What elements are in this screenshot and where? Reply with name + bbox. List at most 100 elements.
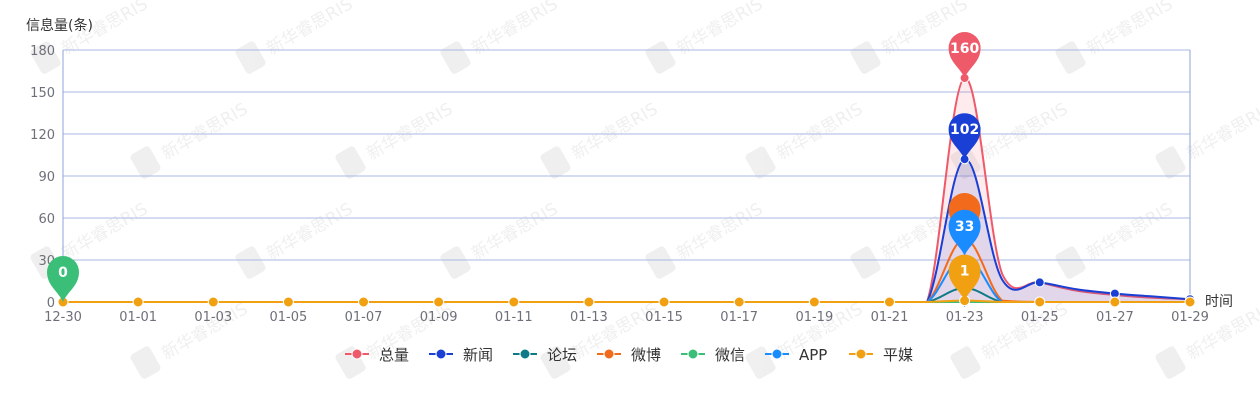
watermark-stamp: 新华睿思RIS (30, 0, 151, 74)
y-tick-label: 180 (30, 44, 55, 59)
watermark-stamp: 新华睿思RIS (745, 299, 866, 379)
watermark-logo-icon (130, 146, 161, 179)
watermark-logo-icon (1155, 146, 1186, 179)
data-point (433, 296, 445, 308)
watermark-text: 新华睿思RIS (1183, 99, 1260, 164)
y-axis-title: 信息量(条) (26, 17, 93, 34)
y-tick-label: 150 (30, 86, 55, 101)
watermark-stamp: 新华睿思RIS (540, 299, 661, 379)
watermark-logo-icon (850, 41, 881, 74)
watermark-text: 新华睿思RIS (158, 99, 251, 164)
data-point (1034, 296, 1046, 308)
watermark-logo-icon (645, 41, 676, 74)
pin-label: 160 (950, 41, 979, 57)
legend-dot (435, 348, 447, 360)
data-point (658, 296, 670, 308)
watermark-stamp: 新华睿思RIS (1055, 0, 1176, 74)
watermark-stamp: 新华睿思RIS (235, 0, 356, 74)
pin-label: 102 (950, 122, 979, 138)
x-tick-label: 01-15 (645, 310, 683, 325)
trend-line-chart: 新华睿思RIS 新华睿思RIS 新华睿思RIS 新华睿思RIS 新华睿思RIS 新华睿思R… (26, 0, 1260, 379)
y-tick-label: 90 (38, 170, 55, 185)
legend-item-微博[interactable]: 微博 (597, 346, 661, 364)
watermark-stamp: 新华睿思RIS (950, 299, 1071, 379)
watermark-logo-icon (1155, 346, 1186, 379)
data-point (583, 296, 595, 308)
y-tick-label: 0 (47, 296, 55, 311)
legend-dot (771, 348, 783, 360)
data-point (358, 296, 370, 308)
watermark-text: 新华睿思RIS (363, 99, 456, 164)
watermark-text: 新华睿思RIS (58, 199, 151, 264)
watermark-logo-icon (235, 41, 266, 74)
legend-label: 总量 (379, 346, 409, 364)
legend-label: 论坛 (547, 346, 577, 364)
x-tick-label: 12-30 (44, 310, 82, 325)
legend-dot (603, 348, 615, 360)
watermark-text: 新华睿思RIS (263, 199, 356, 264)
x-tick-label: 01-03 (194, 310, 232, 325)
x-tick-label: 01-19 (795, 310, 833, 325)
legend-dot (351, 348, 363, 360)
watermark-text: 新华睿思RIS (1083, 199, 1176, 264)
watermark-stamp: 新华睿思RIS (130, 299, 251, 379)
watermark-logo-icon (645, 246, 676, 279)
watermark-text: 新华睿思RIS (158, 299, 251, 364)
series-line (63, 158, 1191, 303)
watermark-text: 新华睿思RIS (978, 299, 1071, 364)
legend-label: 微信 (715, 346, 745, 364)
watermark-stamp: 新华睿思RIS (1055, 199, 1176, 279)
legend-item-微信[interactable]: 微信 (681, 346, 745, 364)
x-tick-label: 01-21 (871, 310, 909, 325)
watermark-logo-icon (130, 346, 161, 379)
legend: 总量 新闻 论坛 微博 微信 APP 平媒 (345, 346, 913, 364)
watermark-stamp: 新华睿思RIS (335, 99, 456, 179)
legend-label: 微博 (631, 346, 661, 364)
watermark-logo-icon (235, 246, 266, 279)
data-point (1109, 296, 1121, 308)
data-point (508, 296, 520, 308)
watermark-stamp: 新华睿思RIS (540, 99, 661, 179)
series-新闻 (63, 154, 1195, 305)
watermark-text: 新华睿思RIS (978, 99, 1071, 164)
x-tick-label: 01-09 (420, 310, 458, 325)
grid-lines: 0306090120150180 (30, 44, 1190, 311)
pin-总量: 160 (948, 32, 981, 78)
watermark-logo-icon (745, 346, 776, 379)
watermark-logo-icon (440, 41, 471, 74)
legend-item-新闻[interactable]: 新闻 (429, 346, 493, 364)
x-tick-label: 01-25 (1021, 310, 1059, 325)
legend-label: 平媒 (883, 346, 913, 364)
watermark-logo-icon (335, 346, 366, 379)
watermark-logo-icon (1055, 41, 1086, 74)
watermark-logo-icon (335, 146, 366, 179)
watermark-logo-icon (1055, 246, 1086, 279)
watermark-stamp: 新华睿思RIS (440, 199, 561, 279)
x-tick-label: 01-01 (119, 310, 157, 325)
data-point (1034, 277, 1045, 288)
watermark-text: 新华睿思RIS (568, 99, 661, 164)
legend-item-平媒[interactable]: 平媒 (849, 346, 913, 364)
legend-dot (687, 348, 699, 360)
watermark-stamp: 新华睿思RIS (440, 0, 561, 74)
watermark-text: 新华睿思RIS (673, 199, 766, 264)
x-tick-label: 01-05 (270, 310, 308, 325)
x-tick-label: 01-29 (1171, 310, 1209, 325)
x-tick-label: 01-17 (720, 310, 758, 325)
pin-label: 1 (960, 264, 970, 280)
y-tick-label: 60 (38, 212, 55, 227)
legend-dot (519, 348, 531, 360)
watermark-stamp: 新华睿思RIS (1155, 99, 1260, 179)
legend-label: APP (799, 346, 827, 364)
data-point (808, 296, 820, 308)
data-point (1184, 296, 1196, 308)
pin-label: 0 (58, 265, 68, 281)
watermark-text: 新华睿思RIS (773, 99, 866, 164)
x-tick-label: 01-07 (345, 310, 383, 325)
watermark-stamp: 新华睿思RIS (645, 0, 766, 74)
data-point (733, 296, 745, 308)
y-tick-label: 120 (30, 128, 55, 143)
series-area (63, 159, 1190, 302)
x-tick-label: 01-11 (495, 310, 533, 325)
data-point (282, 296, 294, 308)
